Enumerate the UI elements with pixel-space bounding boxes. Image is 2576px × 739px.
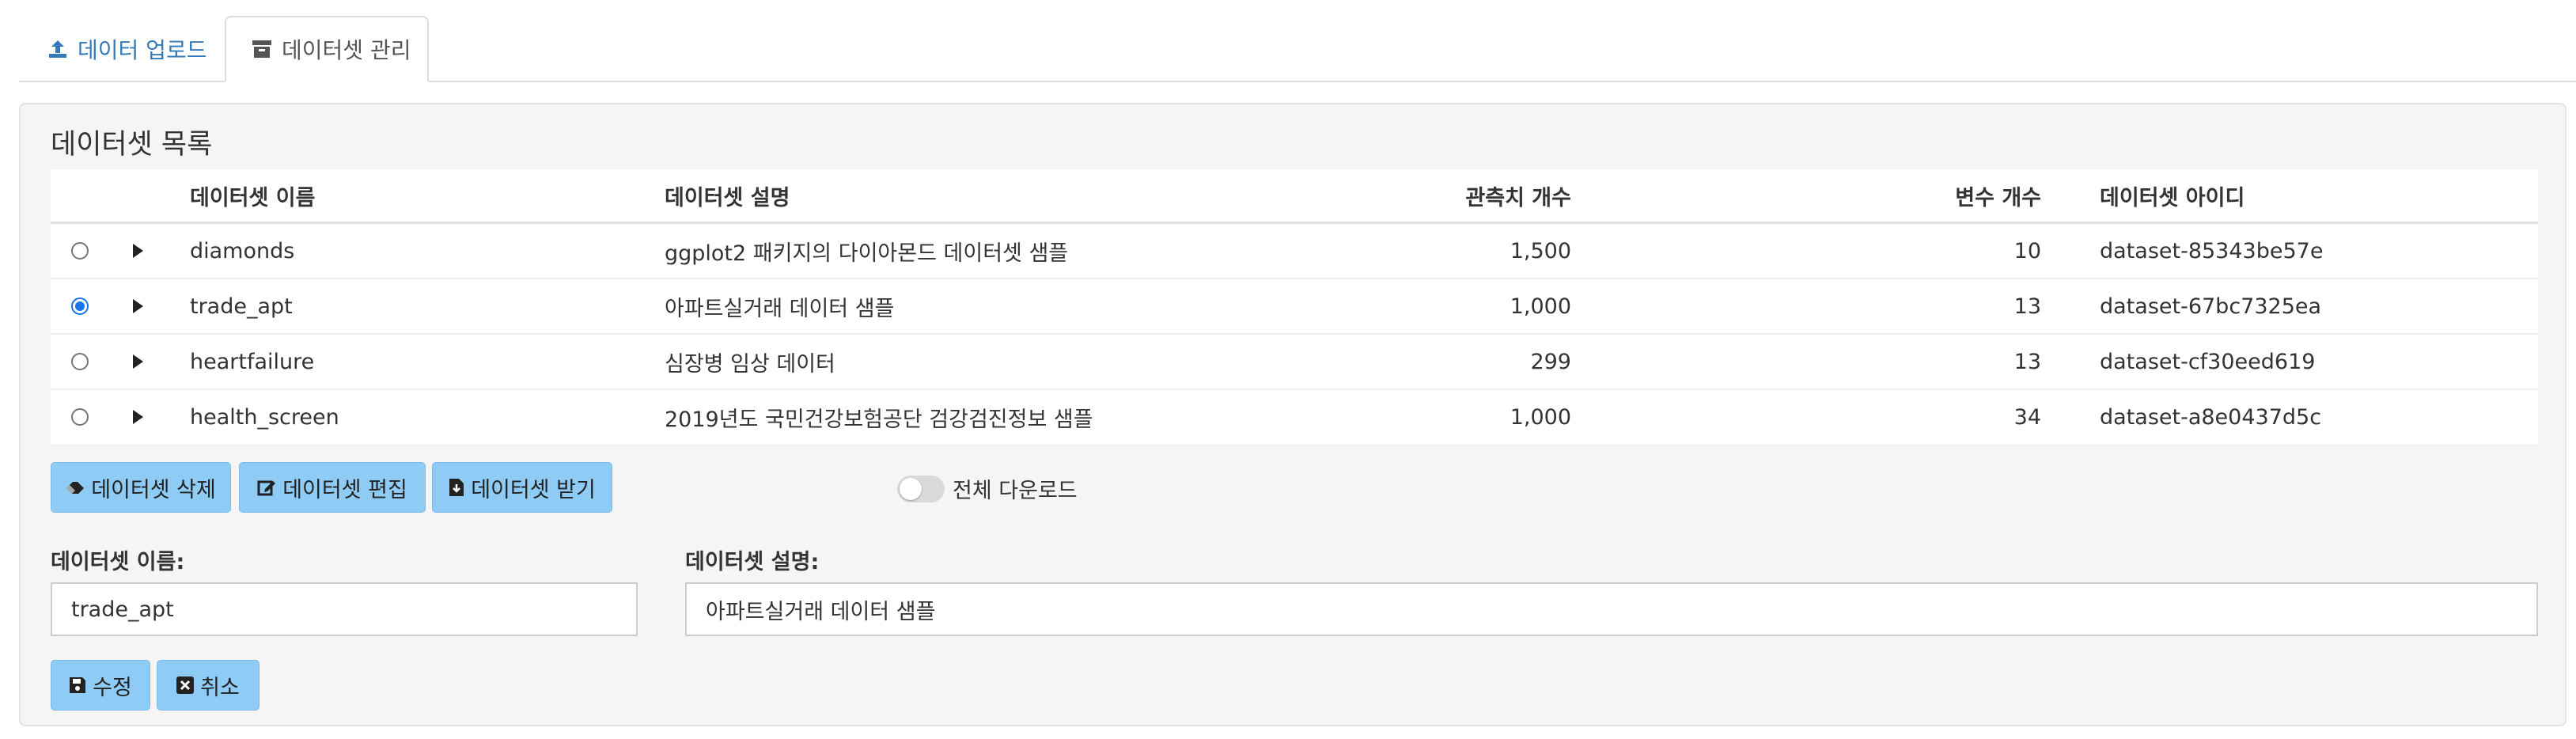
cell-observations: 1,000 [1510,294,1571,319]
tab-data-upload[interactable]: 데이터 업로드 [19,16,235,82]
edit-dataset-button[interactable]: 데이터셋 편집 [239,462,426,513]
expand-row-icon[interactable] [132,354,143,369]
cell-variables: 34 [2013,404,2041,430]
download-all-toggle-group: 전체 다운로드 [897,473,1078,504]
header-id[interactable]: 데이터셋 아이디 [2100,169,2245,222]
dataset-table: 데이터셋 이름 데이터셋 설명 관측치 개수 변수 개수 데이터셋 아이디 di… [51,169,2538,444]
table-row[interactable]: trade_apt 아파트실거래 데이터 샘플 1,000 13 dataset… [51,279,2538,335]
cell-description: 심장병 임상 데이터 [665,351,835,377]
cell-variables: 10 [2013,238,2041,263]
header-variables[interactable]: 변수 개수 [1955,169,2041,222]
delete-dataset-label: 데이터셋 삭제 [91,477,216,502]
download-all-toggle[interactable] [897,475,945,502]
edit-dataset-label: 데이터셋 편집 [282,477,407,502]
download-dataset-button[interactable]: 데이터셋 받기 [432,462,612,513]
cell-observations: 1,000 [1510,404,1571,430]
cell-name: trade_apt [190,294,293,319]
table-row[interactable]: health_screen 2019년도 국민건강보험공단 검강검진정보 샘플 … [51,390,2538,444]
save-icon [69,676,86,694]
dataset-description-input[interactable] [685,582,2538,636]
cell-id: dataset-85343be57e [2100,238,2324,263]
table-header: 데이터셋 이름 데이터셋 설명 관측치 개수 변수 개수 데이터셋 아이디 [51,169,2538,224]
cell-id: dataset-67bc7325ea [2100,294,2322,319]
cell-name: heartfailure [190,349,315,374]
tab-data-upload-label: 데이터 업로드 [78,37,207,63]
expand-row-icon[interactable] [132,244,143,258]
expand-row-icon[interactable] [132,299,143,313]
cell-description: 2019년도 국민건강보험공단 검강검진정보 샘플 [665,407,1093,432]
cell-observations: 1,500 [1510,238,1571,263]
cell-id: dataset-a8e0437d5c [2100,404,2322,430]
cell-name: diamonds [190,238,295,263]
cell-variables: 13 [2013,349,2041,374]
dataset-panel: 데이터셋 목록 데이터셋 이름 데이터셋 설명 관측치 개수 변수 개수 데이터… [19,103,2567,726]
tab-bar: 데이터 업로드 데이터셋 관리 [0,0,2576,82]
upload-icon [47,39,68,59]
save-label: 수정 [93,675,132,700]
cancel-button[interactable]: 취소 [157,660,259,711]
table-row[interactable]: diamonds ggplot2 패키지의 다이아몬드 데이터셋 샘플 1,50… [51,224,2538,279]
row-select-radio[interactable] [71,297,89,315]
header-observations[interactable]: 관측치 개수 [1465,169,1571,222]
download-all-label: 전체 다운로드 [953,479,1078,503]
save-button[interactable]: 수정 [51,660,150,711]
row-select-radio[interactable] [71,408,89,426]
cell-description: ggplot2 패키지의 다이아몬드 데이터셋 샘플 [665,241,1069,266]
cell-observations: 299 [1530,349,1571,374]
eraser-icon [66,479,85,495]
tab-dataset-manage-label: 데이터셋 관리 [282,37,411,63]
header-name[interactable]: 데이터셋 이름 [190,169,315,222]
page: 데이터 업로드 데이터셋 관리 데이터셋 목록 데이터셋 이름 데이터셋 설명 … [0,0,2576,739]
close-icon [176,676,195,694]
row-select-radio[interactable] [71,242,89,260]
cell-variables: 13 [2013,294,2041,319]
cell-name: health_screen [190,404,339,430]
delete-dataset-button[interactable]: 데이터셋 삭제 [51,462,231,513]
dataset-name-label: 데이터셋 이름: [51,550,185,574]
edit-icon [257,478,276,497]
dataset-description-label: 데이터셋 설명: [685,550,820,574]
cell-id: dataset-cf30eed619 [2100,349,2316,374]
cancel-label: 취소 [200,675,240,700]
header-description[interactable]: 데이터셋 설명 [665,169,790,222]
cell-description: 아파트실거래 데이터 샘플 [665,296,895,321]
archive-icon [252,40,272,59]
tab-dataset-manage[interactable]: 데이터셋 관리 [225,16,429,82]
expand-row-icon[interactable] [132,410,143,424]
download-dataset-label: 데이터셋 받기 [471,477,596,502]
table-row[interactable]: heartfailure 심장병 임상 데이터 299 13 dataset-c… [51,335,2538,390]
file-download-icon [449,478,464,497]
row-select-radio[interactable] [71,353,89,370]
panel-title: 데이터셋 목록 [51,129,213,161]
dataset-name-input[interactable] [51,582,638,636]
